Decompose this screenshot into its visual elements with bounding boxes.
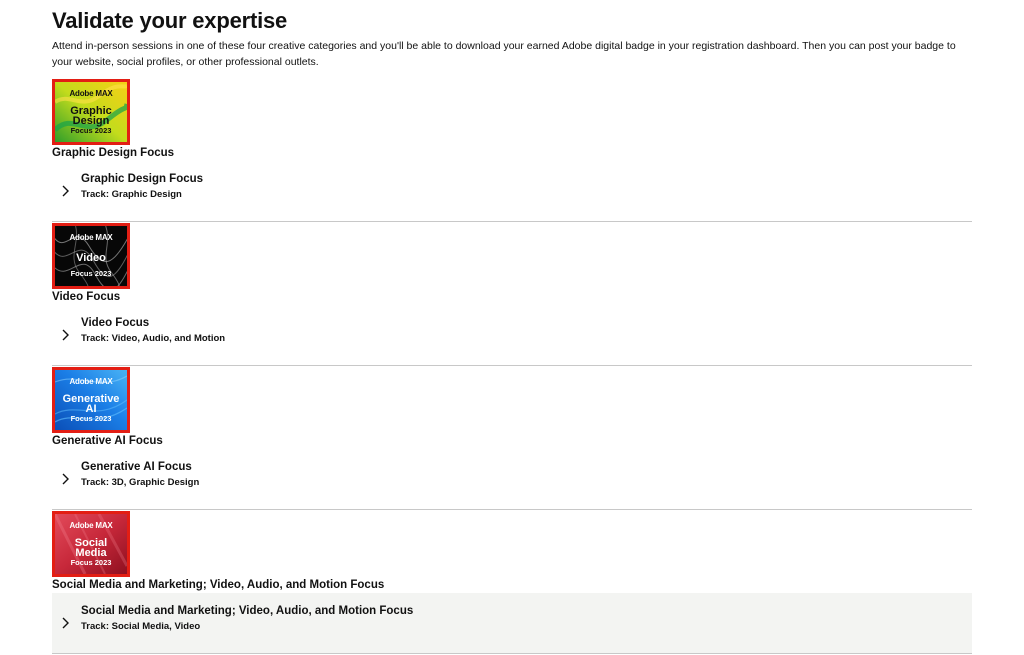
section-title: Social Media and Marketing; Video, Audio… (52, 579, 385, 591)
badge-year: Focus 2023 (70, 414, 112, 423)
generative-ai-badge-image: Adobe MAX Generative AI Focus 2023 (52, 367, 130, 433)
badge-name: Social Media (74, 537, 108, 559)
divider (52, 509, 972, 510)
video-badge-image: Adobe MAX Video Focus 2023 (52, 223, 130, 289)
social-media-badge-image: Adobe MAX Social Media Focus 2023 (52, 511, 130, 577)
section-title: Generative AI Focus (52, 435, 163, 447)
chevron-right-icon (62, 185, 69, 197)
chevron-right-icon (62, 473, 69, 485)
badge-year: Focus 2023 (70, 126, 112, 135)
section-title: Graphic Design Focus (52, 147, 175, 159)
page-intro: Attend in-person sessions in one of thes… (52, 40, 956, 68)
chevron-right-icon (62, 617, 69, 629)
accordion-item-track: Track: 3D, Graphic Design (81, 477, 200, 488)
accordion-item-track: Track: Video, Audio, and Motion (81, 333, 226, 344)
divider (52, 221, 972, 222)
badge-brand: Adobe MAX (69, 521, 113, 530)
badge-section-video: Adobe MAX Video Focus 2023 Video Focus V… (52, 223, 972, 367)
accordion-item-video[interactable]: Video Focus Track: Video, Audio, and Mot… (52, 305, 972, 365)
chevron-right-icon (62, 329, 69, 341)
badge-brand: Adobe MAX (69, 233, 113, 242)
badge-section-generative-ai: Adobe MAX Generative AI Focus 2023 Gener… (52, 367, 972, 511)
badge-section-social-media: Adobe MAX Social Media Focus 2023 Social… (52, 511, 972, 655)
badge-name: Video (76, 252, 106, 264)
page-title: Validate your expertise (52, 8, 288, 33)
badge-section-graphic-design: Adobe MAX Graphic Design Focus 2023 Grap… (52, 79, 972, 223)
accordion-item-track: Track: Social Media, Video (81, 621, 201, 632)
graphic-design-badge-image: Adobe MAX Graphic Design Focus 2023 (52, 79, 130, 145)
accordion-item-title: Generative AI Focus (81, 461, 192, 473)
divider (52, 365, 972, 366)
accordion-item-title: Social Media and Marketing; Video, Audio… (81, 605, 414, 617)
accordion-item-track: Track: Graphic Design (81, 189, 182, 200)
accordion-item-social-media[interactable]: Social Media and Marketing; Video, Audio… (52, 593, 972, 653)
badge-brand: Adobe MAX (69, 377, 113, 386)
accordion-item-generative-ai[interactable]: Generative AI Focus Track: 3D, Graphic D… (52, 449, 972, 509)
badge-name: Graphic Design (70, 105, 112, 127)
badge-year: Focus 2023 (70, 269, 112, 278)
badge-year: Focus 2023 (70, 558, 112, 567)
divider (52, 653, 972, 654)
accordion-item-title: Graphic Design Focus (81, 173, 204, 185)
badge-name: Generative AI (62, 393, 120, 415)
badge-brand: Adobe MAX (69, 89, 113, 98)
accordion-item-title: Video Focus (81, 317, 150, 329)
accordion-item-graphic-design[interactable]: Graphic Design Focus Track: Graphic Desi… (52, 161, 972, 221)
section-title: Video Focus (52, 291, 121, 303)
